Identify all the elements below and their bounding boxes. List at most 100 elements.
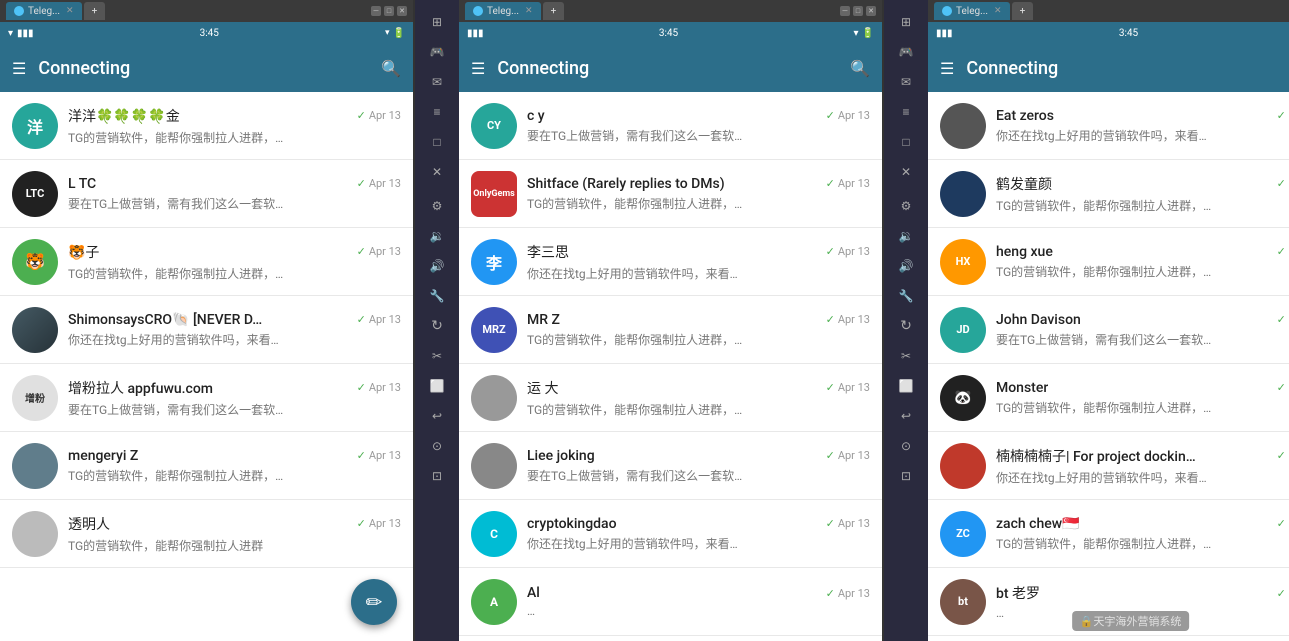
minimize-btn-2[interactable]: ─ — [840, 6, 850, 16]
close-btn-2[interactable]: ✕ — [866, 6, 876, 16]
chat-content-2-5: 运 大 ✓Apr 13 TG的营销软件，能帮你强制拉人进群，… — [527, 378, 870, 418]
browser-tab-3b[interactable]: + — [1012, 2, 1034, 20]
side-btn2-apps[interactable]: ⊡ — [887, 462, 925, 490]
side-btn-game[interactable]: 🎮 — [418, 38, 456, 66]
browser-tab-3-active[interactable]: Teleg... ✕ — [934, 2, 1010, 20]
chat-item-3-1[interactable]: Eat zeros ✓Apr 13 你还在找tg上好用的营销软件吗，来看… — [928, 92, 1289, 160]
chat-item-2-7[interactable]: C cryptokingdao ✓Apr 13 你还在找tg上好用的营销软件吗，… — [459, 500, 882, 568]
side-btn2-menu[interactable]: ≡ — [887, 98, 925, 126]
side-btn2-settings[interactable]: ⚙ — [887, 192, 925, 220]
chat-item-2-2[interactable]: OnlyGems Shitface (Rarely replies to DMs… — [459, 160, 882, 228]
side-btn2-cut[interactable]: ✂ — [887, 342, 925, 370]
browser-tab-2-active[interactable]: Teleg... ✕ — [465, 2, 541, 20]
avatar-2-5 — [471, 375, 517, 421]
battery-2: 🔋 — [862, 28, 874, 39]
search-button-2[interactable]: 🔍 — [850, 59, 870, 78]
chat-item-3-6[interactable]: 楠楠楠楠子| For project dockin… ✓Apr 13 你还在找t… — [928, 432, 1289, 500]
chat-item-1-2[interactable]: LTC L TC ✓Apr 13 要在TG上做营销，需有我们这么一套软… — [0, 160, 413, 228]
side-btn2-mail[interactable]: ✉ — [887, 68, 925, 96]
tab-close-3[interactable]: ✕ — [994, 6, 1002, 16]
side-btn-home[interactable]: ⊙ — [418, 432, 456, 460]
chat-time-3-6: ✓Apr 13 — [1277, 449, 1289, 462]
side-btn-vol-up[interactable]: 🔊 — [418, 252, 456, 280]
chat-item-2-5[interactable]: 运 大 ✓Apr 13 TG的营销软件，能帮你强制拉人进群，… — [459, 364, 882, 432]
chat-item-1-6[interactable]: mengeryi Z ✓Apr 13 TG的营销软件，能帮你强制拉人进群，… — [0, 432, 413, 500]
chat-time-2-1: ✓Apr 13 — [826, 109, 870, 122]
side-btn-window[interactable]: □ — [418, 128, 456, 156]
side-btn2-rotate[interactable]: ↻ — [887, 312, 925, 340]
chat-item-2-4[interactable]: MRZ MR Z ✓Apr 13 TG的营销软件，能帮你强制拉人进群，… — [459, 296, 882, 364]
chat-item-2-6[interactable]: Liee joking ✓Apr 13 要在TG上做营销，需有我们这么一套软… — [459, 432, 882, 500]
menu-icon-1[interactable]: ☰ — [12, 59, 26, 78]
avatar-1-1: 洋 — [12, 103, 58, 149]
side-btn-apps[interactable]: ⊡ — [418, 462, 456, 490]
browser-tab-1b[interactable]: + — [84, 2, 106, 20]
chat-top-1-1: 洋洋🍀🍀🍀🍀金 ✓Apr 13 — [68, 106, 401, 126]
chat-item-1-1[interactable]: 洋 洋洋🍀🍀🍀🍀金 ✓Apr 13 TG的营销软件，能帮你强制拉人进群，… — [0, 92, 413, 160]
chat-name-3-8: bt 老罗 — [996, 583, 1040, 603]
side-btn2-vol-down[interactable]: 🔉 — [887, 222, 925, 250]
close-btn-1[interactable]: ✕ — [397, 6, 407, 16]
avatar-3-4: JD — [940, 307, 986, 353]
tab-close-2[interactable]: ✕ — [525, 6, 533, 16]
side-btn2-grid[interactable]: ⊞ — [887, 8, 925, 36]
side-btn2-back[interactable]: ↩ — [887, 402, 925, 430]
chat-item-2-3[interactable]: 李 李三思 ✓Apr 13 你还在找tg上好用的营销软件吗，来看… — [459, 228, 882, 296]
chat-item-3-5[interactable]: 🐼 Monster ✓Apr 13 TG的营销软件，能帮你强制拉人进群，… — [928, 364, 1289, 432]
side-btn-back[interactable]: ↩ — [418, 402, 456, 430]
chat-item-3-3[interactable]: HX heng xue ✓Apr 13 TG的营销软件，能帮你强制拉人进群，… — [928, 228, 1289, 296]
side-btn2-close[interactable]: ✕ — [887, 158, 925, 186]
tab-bar-1: Teleg... ✕ + — [6, 2, 367, 20]
chat-item-1-4[interactable]: ShimonsaysCRO🐚 [NEVER D… ✓Apr 13 你还在找tg上… — [0, 296, 413, 364]
side-btn-close[interactable]: ✕ — [418, 158, 456, 186]
tab-close-1[interactable]: ✕ — [66, 6, 74, 16]
tg-header-2: ☰ Connecting 🔍 — [459, 44, 882, 92]
maximize-btn-2[interactable]: □ — [853, 6, 863, 16]
menu-icon-3[interactable]: ☰ — [940, 59, 954, 78]
side-btn-tool[interactable]: 🔧 — [418, 282, 456, 310]
avatar-1-7 — [12, 511, 58, 557]
chat-preview-3-2: TG的营销软件，能帮你强制拉人进群，… — [996, 197, 1289, 214]
chat-item-1-5[interactable]: 增粉 增粉拉人 appfuwu.com ✓Apr 13 要在TG上做营销，需有我… — [0, 364, 413, 432]
side-btn-settings[interactable]: ⚙ — [418, 192, 456, 220]
maximize-btn-1[interactable]: □ — [384, 6, 394, 16]
chat-preview-2-7: 你还在找tg上好用的营销软件吗，来看… — [527, 535, 870, 552]
browser-tab-2b[interactable]: + — [543, 2, 565, 20]
side-btn2-window[interactable]: □ — [887, 128, 925, 156]
search-button-1[interactable]: 🔍 — [381, 59, 401, 78]
chat-item-1-3[interactable]: 🐯 🐯子 ✓Apr 13 TG的营销软件，能帮你强制拉人进群，… — [0, 228, 413, 296]
side-btn-rotate[interactable]: ↻ — [418, 312, 456, 340]
side-btn2-sq[interactable]: ⬜ — [887, 372, 925, 400]
side-btn2-tool[interactable]: 🔧 — [887, 282, 925, 310]
chat-time-1-2: ✓Apr 13 — [357, 177, 401, 190]
side-btn2-home[interactable]: ⊙ — [887, 432, 925, 460]
side-btn-sq[interactable]: ⬜ — [418, 372, 456, 400]
tab-label-1: Teleg... — [28, 6, 60, 17]
chat-item-3-2[interactable]: 鹤发童颜 ✓Apr 13 TG的营销软件，能帮你强制拉人进群，… — [928, 160, 1289, 228]
side-btn-mail[interactable]: ✉ — [418, 68, 456, 96]
side-btn-cut[interactable]: ✂ — [418, 342, 456, 370]
chat-item-3-7[interactable]: ZC zach chew🇸🇬 ✓Apr 13 TG的营销软件，能帮你强制拉人进群… — [928, 500, 1289, 568]
side-btn-grid[interactable]: ⊞ — [418, 8, 456, 36]
chat-item-2-8[interactable]: A Al ✓Apr 13 … — [459, 568, 882, 636]
chat-list-1[interactable]: 洋 洋洋🍀🍀🍀🍀金 ✓Apr 13 TG的营销软件，能帮你强制拉人进群，… LT… — [0, 92, 413, 641]
minimize-btn-1[interactable]: ─ — [371, 6, 381, 16]
chat-top-2-8: Al ✓Apr 13 — [527, 585, 870, 601]
chat-item-2-1[interactable]: CY c y ✓Apr 13 要在TG上做营销，需有我们这么一套软… — [459, 92, 882, 160]
menu-icon-2[interactable]: ☰ — [471, 59, 485, 78]
chat-content-2-2: Shitface (Rarely replies to DMs) ✓Apr 13… — [527, 176, 870, 212]
avatar-2-7: C — [471, 511, 517, 557]
compose-fab-1[interactable]: ✏ — [351, 579, 397, 625]
browser-tab-1-active[interactable]: Teleg... ✕ — [6, 2, 82, 20]
chat-top-1-5: 增粉拉人 appfuwu.com ✓Apr 13 — [68, 378, 401, 398]
chat-item-3-4[interactable]: JD John Davison ✓Apr 13 要在TG上做营销，需有我们这么一… — [928, 296, 1289, 364]
side-btn-vol-down[interactable]: 🔉 — [418, 222, 456, 250]
chat-list-2[interactable]: CY c y ✓Apr 13 要在TG上做营销，需有我们这么一套软… OnlyG… — [459, 92, 882, 641]
chat-time-2-2: ✓Apr 13 — [826, 177, 870, 190]
chat-time-1-3: ✓Apr 13 — [357, 245, 401, 258]
chat-list-3[interactable]: Eat zeros ✓Apr 13 你还在找tg上好用的营销软件吗，来看… 鹤发… — [928, 92, 1289, 641]
side-btn2-vol-up[interactable]: 🔊 — [887, 252, 925, 280]
chat-item-1-7[interactable]: 透明人 ✓Apr 13 TG的营销软件，能帮你强制拉人进群 — [0, 500, 413, 568]
side-btn2-game[interactable]: 🎮 — [887, 38, 925, 66]
side-btn-menu[interactable]: ≡ — [418, 98, 456, 126]
